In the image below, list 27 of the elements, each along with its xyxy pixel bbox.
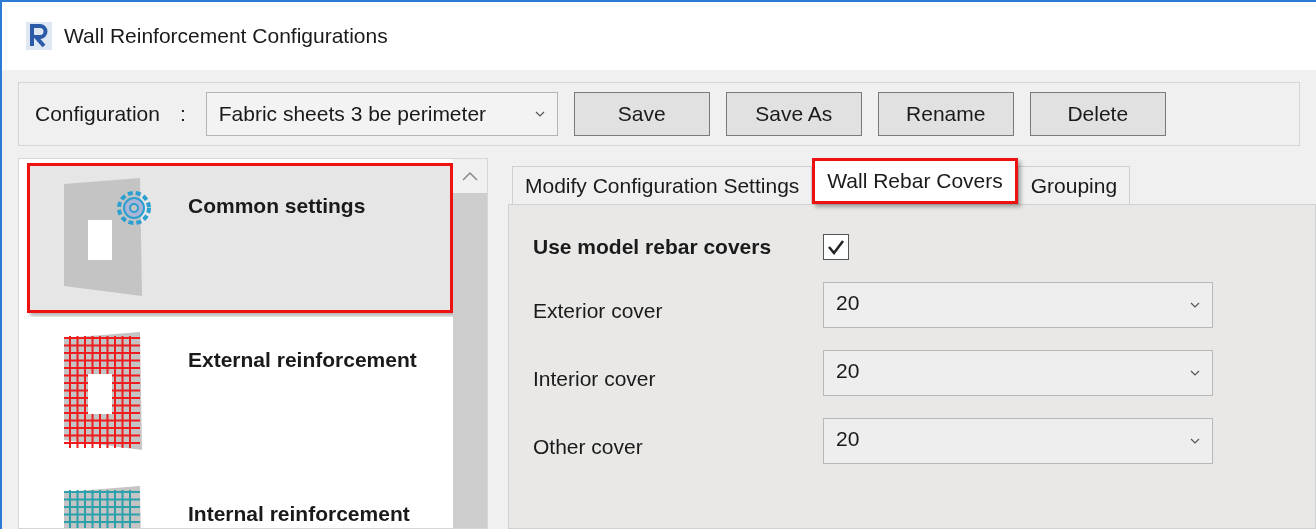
- tab[interactable]: Grouping: [1017, 166, 1131, 204]
- toolbar-button[interactable]: Save: [573, 92, 710, 136]
- chevron-down-icon: [1190, 302, 1200, 308]
- tab[interactable]: Modify Configuration Settings: [512, 166, 813, 204]
- toolbar-button[interactable]: Delete: [1029, 92, 1166, 136]
- tab[interactable]: Wall Rebar Covers: [812, 158, 1018, 204]
- cover-label: Other cover: [533, 434, 644, 461]
- toolbar-button[interactable]: Rename: [877, 92, 1014, 136]
- checkbox[interactable]: [823, 234, 849, 260]
- scroll-up-icon[interactable]: [462, 171, 478, 181]
- chevron-down-icon: [1190, 370, 1200, 376]
- use-model-covers-label: Use model rebar covers: [533, 234, 773, 261]
- toolbar-button[interactable]: Save As: [725, 92, 862, 136]
- chevron-down-icon: [534, 111, 545, 117]
- window-title: Wall Reinforcement Configurations: [64, 23, 388, 50]
- configuration-dropdown[interactable]: Fabric sheets 3 be perimeter: [205, 92, 558, 136]
- checkmark-icon: [827, 239, 845, 255]
- app-logo-icon: [26, 22, 52, 50]
- cover-dropdown[interactable]: 20: [823, 350, 1213, 396]
- chevron-down-icon: [1190, 438, 1200, 444]
- cover-dropdown[interactable]: 20: [823, 418, 1213, 464]
- cover-label: Exterior cover: [533, 298, 664, 325]
- configuration-label: Configuration: [35, 101, 160, 128]
- sidebar-item[interactable]: Common settings: [27, 163, 453, 313]
- cover-dropdown[interactable]: 20: [823, 282, 1213, 328]
- separator-label: :: [179, 101, 186, 128]
- cover-label: Interior cover: [533, 366, 657, 393]
